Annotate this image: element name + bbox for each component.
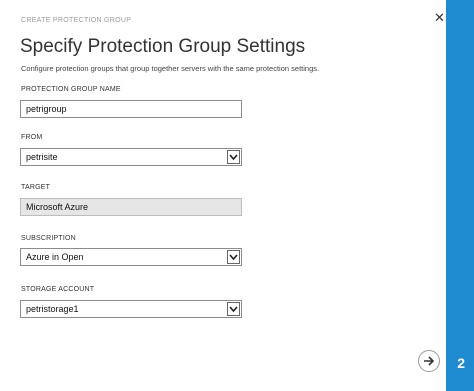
- protection-group-name-label: PROTECTION GROUP NAME: [21, 86, 121, 93]
- protection-group-name-input[interactable]: petrigroup: [20, 100, 242, 118]
- next-button[interactable]: [418, 350, 440, 372]
- chevron-down-icon[interactable]: [227, 150, 240, 164]
- wizard-step-strip: 2: [446, 0, 474, 391]
- target-label: TARGET: [21, 184, 51, 191]
- arrow-right-icon: [424, 356, 435, 366]
- subscription-select[interactable]: Azure in Open: [20, 248, 242, 266]
- subscription-label: SUBSCRIPTION: [21, 235, 76, 242]
- dialog-header: CREATE PROTECTION GROUP: [21, 17, 132, 24]
- storage-account-select[interactable]: petristorage1: [20, 300, 242, 318]
- from-select[interactable]: petrisite: [20, 148, 242, 166]
- from-label: FROM: [21, 134, 43, 141]
- create-protection-group-dialog: CREATE PROTECTION GROUP ✕ Specify Protec…: [0, 0, 446, 391]
- page-subtitle: Configure protection groups that group t…: [21, 64, 320, 73]
- target-field: Microsoft Azure: [20, 198, 242, 216]
- chevron-down-icon[interactable]: [227, 250, 240, 264]
- from-select-value: petrisite: [26, 152, 58, 162]
- subscription-select-value: Azure in Open: [26, 252, 84, 262]
- step-number: 2: [457, 355, 465, 371]
- chevron-down-icon[interactable]: [227, 302, 240, 316]
- storage-account-label: STORAGE ACCOUNT: [21, 286, 95, 293]
- storage-account-select-value: petristorage1: [26, 304, 79, 314]
- close-icon[interactable]: ✕: [434, 10, 445, 26]
- page-title: Specify Protection Group Settings: [20, 36, 306, 57]
